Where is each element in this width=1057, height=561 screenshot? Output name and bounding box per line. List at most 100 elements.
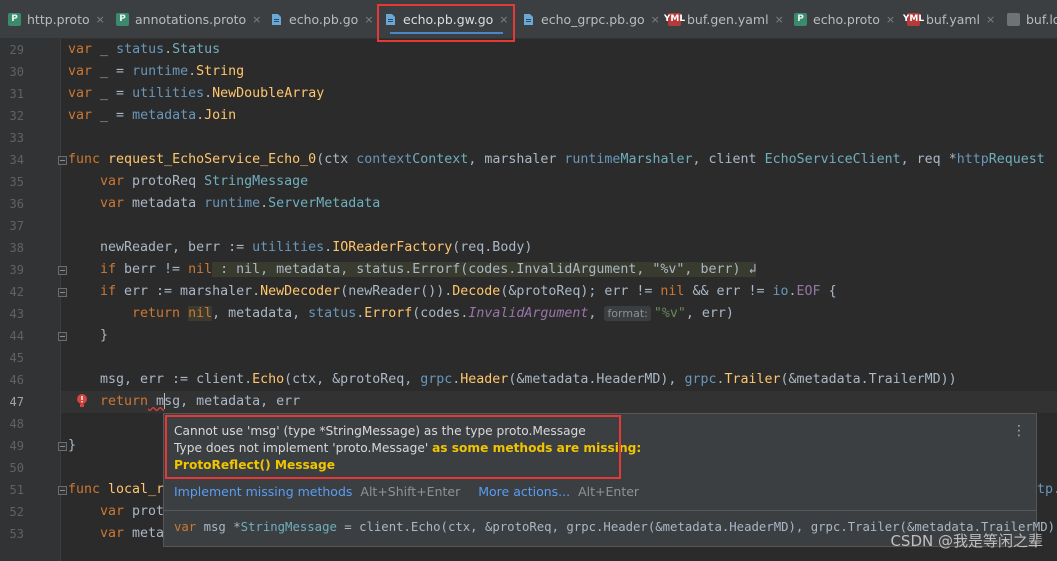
fold-marker-icon[interactable]: [58, 332, 67, 341]
code-token: return: [100, 394, 149, 409]
tab-label: echo.pb.go: [289, 11, 359, 27]
tab-label: echo.proto: [813, 11, 880, 27]
code-token: Decode: [452, 284, 501, 299]
code-token: .: [716, 372, 725, 387]
fold-marker-icon[interactable]: [58, 442, 67, 451]
line-number: 34: [9, 153, 24, 167]
error-lightbulb-icon[interactable]: [76, 393, 88, 409]
line-number: 33: [9, 131, 24, 145]
line-number: 29: [9, 43, 24, 57]
watermark: CSDN @我是等闲之辈: [890, 532, 1043, 550]
code-token: && err !=: [684, 284, 773, 299]
code-line-49[interactable]: }: [68, 435, 76, 457]
code-token: sg, metadata, err: [164, 394, 301, 409]
fold-marker-icon[interactable]: [58, 156, 67, 165]
code-line-35[interactable]: var protoReq StringMessage: [100, 171, 308, 193]
code-line-52[interactable]: var prot: [100, 501, 164, 523]
code-token: runtime: [204, 196, 261, 211]
folded-code-region[interactable]: : nil, metadata, status.Errorf(codes.Inv…: [212, 262, 757, 277]
implement-missing-methods-link[interactable]: Implement missing methods: [174, 484, 352, 499]
code-token: var: [68, 64, 93, 79]
code-line-32[interactable]: var _ = metadata.Join: [68, 105, 236, 127]
code-token: nil: [660, 284, 685, 299]
tab-echo-pb-gw-go[interactable]: echo.pb.gw.go ×: [384, 0, 509, 38]
code-line-42[interactable]: if err := marshaler.NewDecoder(newReader…: [100, 281, 837, 303]
close-icon[interactable]: ×: [252, 13, 261, 26]
line-number: 48: [9, 417, 24, 431]
code-line-31[interactable]: var _ = utilities.NewDoubleArray: [68, 83, 324, 105]
code-token: EOF: [796, 284, 821, 299]
fold-marker-icon[interactable]: [58, 486, 67, 495]
more-actions-link[interactable]: More actions...: [478, 484, 570, 499]
code-token: if: [100, 284, 117, 299]
close-icon[interactable]: ×: [986, 13, 995, 26]
code-token: status: [308, 306, 357, 321]
line-number: 38: [9, 241, 24, 255]
code-line-39[interactable]: if berr != nil : nil, metadata, status.E…: [100, 259, 757, 281]
tab-buf-gen-yaml[interactable]: YML buf.gen.yaml ×: [664, 0, 784, 38]
fold-marker-icon[interactable]: [58, 266, 67, 275]
code-token: Header: [460, 372, 509, 387]
line-number: 39: [9, 263, 24, 277]
code-token: (ctx: [316, 152, 357, 167]
line-number: 36: [9, 197, 24, 211]
code-line-38[interactable]: newReader, berr := utilities.IOReaderFac…: [100, 237, 532, 259]
code-token: grpc: [684, 372, 717, 387]
code-token: StringMessage: [204, 174, 309, 189]
yaml-file-icon: YML: [902, 12, 925, 26]
line-number: 49: [9, 439, 24, 453]
code-token: prot: [124, 504, 165, 519]
fold-marker-icon[interactable]: [58, 288, 67, 297]
code-line-53[interactable]: var meta: [100, 523, 164, 545]
tab-buf-yaml[interactable]: YML buf.yaml ×: [902, 0, 995, 38]
code-line-29[interactable]: var _ status.Status: [68, 39, 220, 61]
tab-label: echo_grpc.pb.go: [541, 11, 645, 27]
code-line-46[interactable]: msg, err := client.Echo(ctx, &protoReq, …: [100, 369, 957, 391]
tab-echo-pb-go[interactable]: echo.pb.go ×: [270, 0, 374, 38]
close-icon[interactable]: ×: [651, 13, 660, 26]
tab-echo-proto[interactable]: P echo.proto ×: [794, 0, 895, 38]
code-token: msg *: [196, 520, 241, 534]
code-line-30[interactable]: var _ = runtime.String: [68, 61, 244, 83]
code-token: (newReader()).: [340, 284, 453, 299]
close-icon[interactable]: ×: [96, 13, 105, 26]
line-number: 43: [9, 307, 24, 321]
code-line-34[interactable]: func request_EchoService_Echo_0(ctx cont…: [68, 149, 1045, 171]
close-icon[interactable]: ×: [364, 13, 373, 26]
tab-http-proto[interactable]: P http.proto ×: [8, 0, 105, 38]
code-token: func: [68, 482, 101, 497]
code-line-44[interactable]: }: [100, 325, 108, 347]
code-token: , err): [685, 306, 734, 321]
code-token: ServerMetadata: [268, 196, 381, 211]
line-number: 50: [9, 461, 24, 475]
code-token: var: [100, 526, 125, 541]
code-token: berr !=: [116, 262, 189, 277]
code-token: Request: [988, 152, 1045, 167]
code-token: (&metadata.HeaderMD),: [508, 372, 685, 387]
close-icon[interactable]: ×: [499, 13, 508, 26]
tab-buf-lock[interactable]: buf.lo: [1007, 0, 1057, 38]
code-token: StringMessage: [240, 520, 337, 534]
code-line-43[interactable]: return nil, metadata, status.Errorf(code…: [132, 303, 734, 325]
tab-echo-grpc-pb-go[interactable]: echo_grpc.pb.go ×: [522, 0, 660, 38]
line-number: 53: [9, 527, 24, 541]
tab-annotations-proto[interactable]: P annotations.proto ×: [116, 0, 261, 38]
more-options-icon[interactable]: ⋮: [1012, 423, 1026, 439]
go-file-icon: [522, 13, 535, 26]
code-token: var: [68, 86, 93, 101]
tab-label: echo.pb.gw.go: [403, 11, 494, 27]
code-token: msg, err := client.: [100, 372, 253, 387]
code-token: nil: [188, 262, 213, 277]
code-line-36[interactable]: var metadata runtime.ServerMetadata: [100, 193, 380, 215]
code-line-47[interactable]: return msg, metadata, err: [100, 391, 300, 413]
code-line-51[interactable]: func local_r: [68, 479, 164, 501]
code-token: Join: [204, 108, 237, 123]
line-number: 30: [9, 65, 24, 79]
close-icon[interactable]: ×: [775, 13, 784, 26]
error-tooltip-popup: Cannot use 'msg' (type *StringMessage) a…: [163, 413, 1057, 547]
line-number: 37: [9, 219, 24, 233]
shortcut-hint: Alt+Enter: [578, 484, 640, 499]
error-line-2: Type does not implement 'proto.Message' …: [174, 440, 641, 457]
code-token: var: [68, 42, 93, 57]
close-icon[interactable]: ×: [886, 13, 895, 26]
